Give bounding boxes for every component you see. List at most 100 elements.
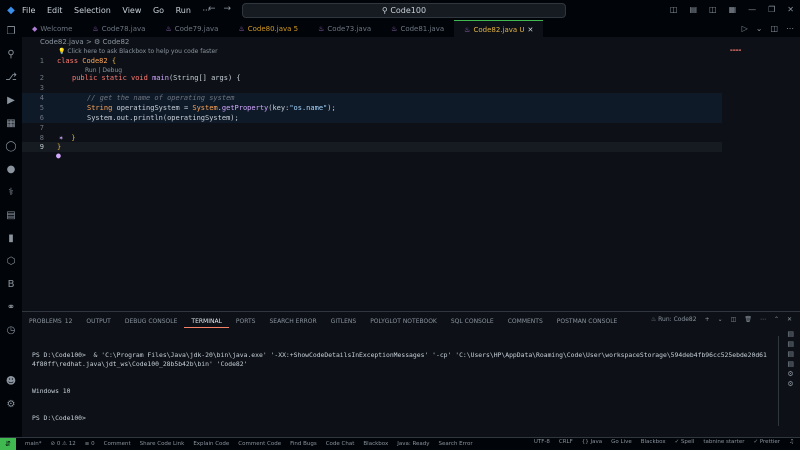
gitlens-icon[interactable]: ● bbox=[0, 158, 22, 181]
terminal-item-icon[interactable]: ▤ bbox=[787, 340, 794, 348]
terminal-instance[interactable]: ♨ Run: Code82 bbox=[651, 316, 697, 323]
spell-status[interactable]: ✓ Spell bbox=[675, 439, 695, 445]
tab-code73[interactable]: ♨ Code73.java bbox=[308, 20, 381, 37]
tab-code78[interactable]: ♨ Code78.java bbox=[82, 20, 155, 37]
ports-status[interactable]: ≡ 0 bbox=[85, 441, 95, 447]
tab-debug-console[interactable]: DEBUG CONSOLE bbox=[118, 315, 185, 328]
split-editor-icon[interactable]: ◫ bbox=[770, 24, 778, 33]
layout-panel-icon[interactable]: ▤ bbox=[689, 5, 697, 14]
explain-code-button[interactable]: Explain Code bbox=[193, 441, 229, 447]
breadcrumb[interactable]: Code82.java > ⚙ Code82 bbox=[40, 38, 129, 46]
tab-postman-console[interactable]: POSTMAN CONSOLE bbox=[550, 315, 625, 328]
timeline-icon[interactable]: ◷ bbox=[0, 319, 22, 342]
more-actions-icon[interactable]: ⋯ bbox=[786, 24, 794, 33]
close-tab-icon[interactable]: ✕ bbox=[528, 26, 534, 34]
trash-icon[interactable]: 🗑 bbox=[744, 316, 752, 323]
menu-go[interactable]: Go bbox=[153, 6, 164, 15]
git-branch[interactable]: main* bbox=[25, 441, 42, 447]
minimize-icon[interactable]: — bbox=[748, 5, 756, 14]
search-error-button[interactable]: Search Error bbox=[439, 441, 473, 447]
tab-welcome[interactable]: ◆ Welcome bbox=[22, 20, 82, 37]
restore-icon[interactable]: ❐ bbox=[768, 5, 775, 14]
menu-run[interactable]: Run bbox=[176, 6, 191, 15]
tab-code80[interactable]: ♨ Code80.java 5 bbox=[228, 20, 308, 37]
comment-code-button[interactable]: Comment Code bbox=[238, 441, 281, 447]
split-terminal-icon[interactable]: ◫ bbox=[731, 316, 737, 323]
terminal-output[interactable]: PS D:\Code100> & 'C:\Program Files\Java\… bbox=[32, 333, 770, 441]
run-file-icon[interactable]: ▷ bbox=[742, 24, 748, 33]
status-right: UTF-8 CRLF {} Java Go Live Blackbox ✓ Sp… bbox=[534, 439, 794, 445]
code-editor[interactable]: 💡 Click here to ask Blackbox to help you… bbox=[22, 47, 780, 309]
accounts-icon[interactable]: ☻ bbox=[0, 370, 22, 393]
tab-problems[interactable]: PROBLEMS 12 bbox=[22, 315, 79, 328]
tab-comments[interactable]: COMMENTS bbox=[501, 315, 550, 328]
menu-selection[interactable]: Selection bbox=[74, 6, 111, 15]
dropdown-icon[interactable]: ⌄ bbox=[718, 316, 723, 323]
menu-file[interactable]: File bbox=[22, 6, 35, 15]
terminal-item-icon[interactable]: ⚙ bbox=[787, 380, 794, 388]
forward-arrow-icon[interactable]: → bbox=[224, 4, 240, 14]
new-terminal-icon[interactable]: + bbox=[705, 316, 710, 323]
close-panel-icon[interactable]: ✕ bbox=[787, 316, 792, 323]
tab-gitlens[interactable]: GITLENS bbox=[324, 315, 364, 328]
command-center-search[interactable]: ⚲ Code100 bbox=[242, 3, 566, 18]
code-chat-button[interactable]: Code Chat bbox=[326, 441, 355, 447]
terminal-item-icon[interactable]: ▤ bbox=[787, 360, 794, 368]
docker-icon[interactable]: ▤ bbox=[0, 204, 22, 227]
terminal-item-icon[interactable]: ▤ bbox=[787, 350, 794, 358]
terminal-item-icon[interactable]: ▤ bbox=[787, 330, 794, 338]
encoding-status[interactable]: UTF-8 bbox=[534, 439, 550, 445]
blackbox-hint[interactable]: 💡 Click here to ask Blackbox to help you… bbox=[58, 48, 218, 55]
problems-status[interactable]: ⊘ 0 ⚠ 12 bbox=[51, 441, 76, 447]
eol-status[interactable]: CRLF bbox=[559, 439, 573, 445]
line-content: public static void main(String[] args) { bbox=[72, 74, 241, 82]
extensions-icon[interactable]: ▦ bbox=[0, 112, 22, 135]
terminal-scrollbar[interactable] bbox=[778, 336, 779, 426]
layout-sidebar-icon[interactable]: ◫ bbox=[670, 5, 678, 14]
minimap[interactable]: ▬▬▬▬ bbox=[730, 48, 756, 54]
run-debug-icon[interactable]: ▶ bbox=[0, 89, 22, 112]
tab-code82[interactable]: ♨ Code82.java U ✕ bbox=[454, 20, 544, 38]
back-arrow-icon[interactable]: ← bbox=[208, 4, 224, 14]
search-view-icon[interactable]: ⚲ bbox=[0, 43, 22, 66]
blackbox-icon[interactable]: B bbox=[0, 273, 22, 296]
menu-edit[interactable]: Edit bbox=[47, 6, 63, 15]
dropdown-icon[interactable]: ⌄ bbox=[756, 24, 763, 33]
tab-polyglot-notebook[interactable]: POLYGLOT NOTEBOOK bbox=[363, 315, 444, 328]
line-number: 2 bbox=[39, 74, 44, 82]
tabnine-status[interactable]: tabnine starter bbox=[703, 439, 744, 445]
live-share-icon[interactable]: ⚭ bbox=[0, 296, 22, 319]
java-status[interactable]: Java: Ready bbox=[397, 441, 429, 447]
menu-view[interactable]: View bbox=[122, 6, 141, 15]
blackbox-button[interactable]: Blackbox bbox=[363, 441, 388, 447]
layout-secondary-icon[interactable]: ◫ bbox=[709, 5, 717, 14]
tab-output[interactable]: OUTPUT bbox=[79, 315, 117, 328]
language-mode[interactable]: {} Java bbox=[582, 439, 602, 445]
notifications-bell-icon[interactable]: ♫ bbox=[789, 439, 794, 445]
settings-gear-icon[interactable]: ⚙ bbox=[0, 393, 22, 416]
remote-explorer-icon[interactable]: ◯ bbox=[0, 135, 22, 158]
tab-code79[interactable]: ♨ Code79.java bbox=[155, 20, 228, 37]
hexagon-icon[interactable]: ⬡ bbox=[0, 250, 22, 273]
customize-layout-icon[interactable]: ▦ bbox=[729, 5, 737, 14]
blackbox-status[interactable]: Blackbox bbox=[641, 439, 666, 445]
more-actions-icon[interactable]: ⋯ bbox=[760, 316, 766, 323]
tab-search-error[interactable]: SEARCH ERROR bbox=[262, 315, 323, 328]
find-bugs-button[interactable]: Find Bugs bbox=[290, 441, 317, 447]
tab-ports[interactable]: PORTS bbox=[229, 315, 263, 328]
close-icon[interactable]: ✕ bbox=[787, 5, 794, 14]
tab-terminal[interactable]: TERMINAL bbox=[184, 315, 229, 328]
tab-sql-console[interactable]: SQL CONSOLE bbox=[444, 315, 501, 328]
share-code-link-button[interactable]: Share Code Link bbox=[140, 441, 185, 447]
comment-button[interactable]: Comment bbox=[104, 441, 131, 447]
testing-icon[interactable]: ⚕ bbox=[0, 181, 22, 204]
prettier-status[interactable]: ✓ Prettier bbox=[753, 439, 780, 445]
tab-code81[interactable]: ♨ Code81.java bbox=[381, 20, 454, 37]
maximize-panel-icon[interactable]: ⌃ bbox=[774, 316, 779, 323]
explorer-icon[interactable]: ❐ bbox=[0, 20, 22, 43]
source-control-icon[interactable]: ⎇ bbox=[0, 66, 22, 89]
java-projects-icon[interactable]: ▮ bbox=[0, 227, 22, 250]
remote-indicator-icon[interactable]: ⇵ bbox=[0, 438, 16, 450]
terminal-item-icon[interactable]: ⚙ bbox=[787, 370, 794, 378]
go-live-button[interactable]: Go Live bbox=[611, 439, 632, 445]
